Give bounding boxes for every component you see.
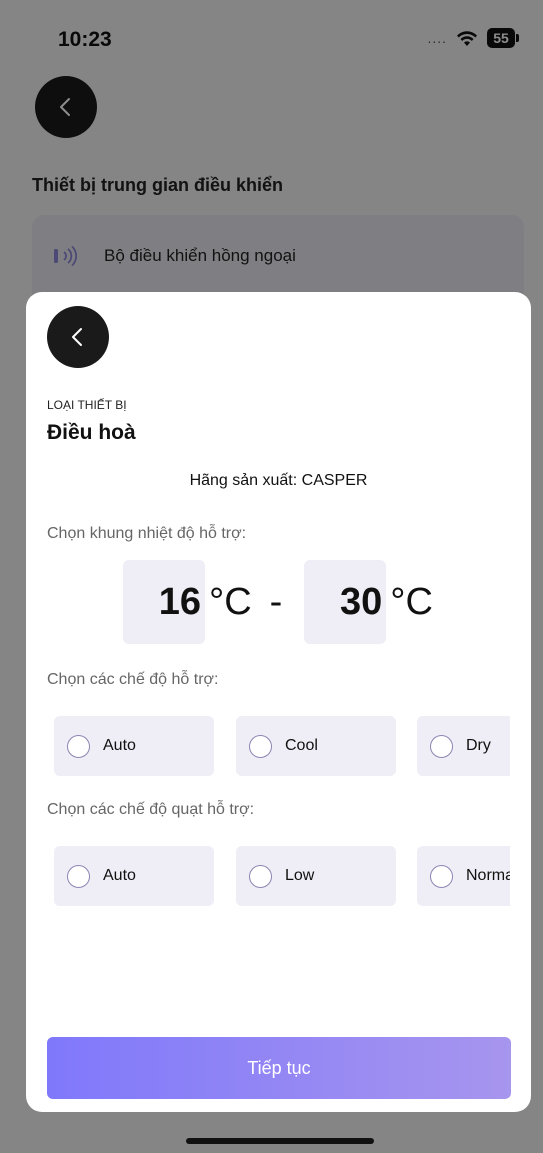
radio-icon[interactable] [430, 864, 453, 888]
option-label: Dry [466, 737, 491, 754]
option-label: Low [285, 867, 315, 884]
option-label: Auto [103, 737, 136, 754]
continue-button[interactable]: Tiếp tục [47, 1037, 511, 1099]
radio-icon[interactable] [67, 734, 90, 758]
manufacturer-label: Hãng sản xuất: CASPER [189, 472, 368, 489]
modes-options: Auto Cool Dry [54, 716, 510, 776]
max-temperature-input[interactable]: 30 [304, 560, 387, 644]
modes-label: Chọn các chế độ hỗ trợ: [47, 671, 219, 688]
option-label: Normal [466, 867, 510, 884]
temperature-range: 16 °C - 30 °C [123, 560, 433, 644]
radio-icon[interactable] [430, 734, 453, 758]
option-label: Auto [103, 867, 136, 884]
max-temperature-unit: °C [390, 580, 433, 623]
screen: 10:23 .... 55 Thiết bị trung gian điều k… [0, 0, 543, 1153]
radio-icon[interactable] [67, 864, 90, 888]
fan-option-normal[interactable]: Normal [417, 846, 510, 906]
mode-option-auto[interactable]: Auto [54, 716, 214, 776]
device-type-kicker: LOẠI THIẾT BỊ [47, 398, 127, 412]
radio-icon[interactable] [249, 734, 272, 758]
chevron-left-icon [72, 328, 82, 346]
temperature-separator: - [269, 580, 283, 623]
device-type-sheet: LOẠI THIẾT BỊ Điều hoà Hãng sản xuất: CA… [26, 292, 531, 1112]
device-name: Điều hoà [47, 421, 136, 444]
mode-option-cool[interactable]: Cool [236, 716, 396, 776]
radio-icon[interactable] [249, 864, 272, 888]
option-label: Cool [285, 737, 318, 754]
home-indicator [186, 1138, 374, 1144]
mode-option-dry[interactable]: Dry [417, 716, 510, 776]
fan-modes-label: Chọn các chế độ quạt hỗ trợ: [47, 801, 255, 818]
min-temperature-input[interactable]: 16 [123, 560, 205, 644]
sheet-back-button[interactable] [47, 306, 109, 368]
temperature-range-label: Chọn khung nhiệt độ hỗ trợ: [47, 525, 247, 542]
fan-option-auto[interactable]: Auto [54, 846, 214, 906]
min-temperature-unit: °C [209, 580, 252, 623]
fan-modes-options: Auto Low Normal [54, 846, 510, 906]
fan-option-low[interactable]: Low [236, 846, 396, 906]
